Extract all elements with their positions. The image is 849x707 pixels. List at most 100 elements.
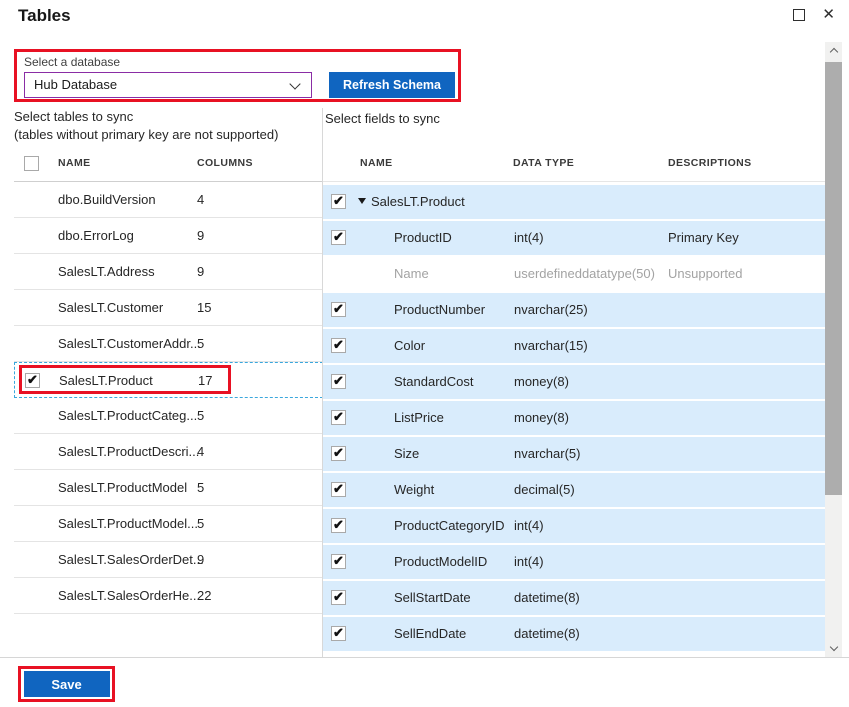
field-row[interactable]: SalesLT.Product [323,185,825,219]
table-row-columns: 9 [197,264,204,279]
tables-header-columns: COLUMNS [197,157,253,169]
table-row[interactable]: SalesLT.ProductModel... 5 [14,506,323,542]
field-row-type: money(8) [514,374,569,389]
scrollbar-thumb[interactable] [825,62,842,495]
field-row-description: Primary Key [668,230,739,245]
field-row-name: Size [394,446,419,461]
table-row-name: SalesLT.Address [58,264,155,279]
field-row[interactable]: ProductNumber nvarchar(25) [323,293,825,327]
field-row-name: ListPrice [394,410,444,425]
field-row-name: ProductID [394,230,452,245]
table-row[interactable]: dbo.BuildVersion 4 [14,182,323,218]
collapse-caret-icon[interactable] [358,198,366,204]
fields-header-name: NAME [360,157,393,169]
table-row-name: SalesLT.SalesOrderHe... [58,588,200,603]
close-icon[interactable]: ✕ [822,8,835,22]
row-checkbox[interactable] [25,373,40,388]
table-row[interactable]: SalesLT.Address 9 [14,254,323,290]
table-row-name: dbo.ErrorLog [58,228,134,243]
table-row[interactable]: SalesLT.CustomerAddr... 5 [14,326,323,362]
field-row[interactable]: Color nvarchar(15) [323,329,825,363]
tables-panel-subtitle: (tables without primary key are not supp… [14,126,323,144]
field-checkbox[interactable] [331,338,346,353]
field-row-name: ProductModelID [394,554,487,569]
field-checkbox[interactable] [331,374,346,389]
field-row[interactable]: SellStartDate datetime(8) [323,581,825,615]
save-button[interactable]: Save [24,671,110,697]
table-row[interactable]: SalesLT.Customer 15 [14,290,323,326]
fields-header-row: NAME DATA TYPE DESCRIPTIONS [323,146,825,182]
field-checkbox[interactable] [331,302,346,317]
select-all-checkbox[interactable] [24,156,39,171]
database-annotation-box: Select a database Hub Database Refresh S… [14,49,461,102]
table-row[interactable]: SalesLT.ProductModel 5 [14,470,323,506]
table-row-name: SalesLT.ProductDescri... [58,444,199,459]
database-select[interactable]: Hub Database [24,72,312,98]
titlebar: Tables ✕ [0,0,849,36]
table-row-columns: 5 [197,336,204,351]
table-row-columns: 17 [198,373,212,388]
field-row[interactable]: StandardCost money(8) [323,365,825,399]
table-row-name: SalesLT.Product [59,373,153,388]
field-row[interactable]: ProductCategoryID int(4) [323,509,825,543]
field-row[interactable]: Weight decimal(5) [323,473,825,507]
field-row-type: money(8) [514,410,569,425]
field-row[interactable]: SellEndDate datetime(8) [323,617,825,651]
field-row-type: int(4) [514,554,544,569]
field-row-type: nvarchar(15) [514,338,588,353]
vertical-scrollbar[interactable] [825,42,842,657]
field-row-name: SellEndDate [394,626,466,641]
fields-panel-title: Select fields to sync [325,110,440,128]
table-row-columns: 9 [197,552,204,567]
field-row[interactable]: ProductModelID int(4) [323,545,825,579]
field-row-name: SellStartDate [394,590,471,605]
field-checkbox[interactable] [331,410,346,425]
database-select-value: Hub Database [34,77,117,92]
table-row[interactable]: SalesLT.ProductCateg... 5 [14,398,323,434]
table-row[interactable]: SalesLT.ProductDescri... 4 [14,434,323,470]
maximize-icon[interactable] [793,9,805,21]
field-row-name: StandardCost [394,374,474,389]
fields-header-descriptions: DESCRIPTIONS [668,157,752,169]
table-row[interactable]: dbo.ErrorLog 9 [14,218,323,254]
fields-panel: Select fields to sync NAME DATA TYPE DES… [323,108,825,657]
field-checkbox[interactable] [331,446,346,461]
field-row[interactable]: ListPrice money(8) [323,401,825,435]
table-row-name: SalesLT.ProductModel... [58,516,198,531]
save-annotation-box: Save [18,666,115,702]
table-row[interactable]: SalesLT.SalesOrderHe... 22 [14,578,323,614]
table-row-name: SalesLT.CustomerAddr... [58,336,201,351]
field-row-type: int(4) [514,518,544,533]
field-row-name: ProductNumber [394,302,485,317]
table-row-columns: 4 [197,444,204,459]
fields-list: SalesLT.Product ProductID int(4) Primary… [323,185,825,653]
field-row-name: SalesLT.Product [371,194,465,209]
table-row-columns: 4 [197,192,204,207]
field-checkbox[interactable] [331,518,346,533]
field-row-type: nvarchar(5) [514,446,580,461]
scroll-down-button[interactable] [825,640,842,657]
table-row[interactable]: SalesLT.Product 17 [14,362,323,398]
field-checkbox[interactable] [331,230,346,245]
table-row[interactable]: SalesLT.SalesOrderDet... 9 [14,542,323,578]
field-checkbox[interactable] [331,194,346,209]
refresh-schema-button[interactable]: Refresh Schema [329,72,455,98]
field-checkbox[interactable] [331,590,346,605]
field-row-type: datetime(8) [514,590,580,605]
field-row-name: Weight [394,482,434,497]
table-row-name: SalesLT.ProductCateg... [58,408,197,423]
field-row[interactable]: Size nvarchar(5) [323,437,825,471]
table-row-columns: 22 [197,588,211,603]
chevron-down-icon [289,78,300,89]
table-row-name: SalesLT.ProductModel [58,480,187,495]
table-row-columns: 15 [197,300,211,315]
field-row[interactable]: ProductID int(4) Primary Key [323,221,825,255]
field-checkbox[interactable] [331,626,346,641]
field-checkbox[interactable] [331,554,346,569]
field-checkbox[interactable] [331,482,346,497]
field-row-type: int(4) [514,230,544,245]
chevron-down-icon [829,643,837,651]
scroll-up-button[interactable] [825,42,842,59]
field-row-type: decimal(5) [514,482,575,497]
field-row[interactable]: Name userdefineddatatype(50) Unsupported [323,257,825,291]
